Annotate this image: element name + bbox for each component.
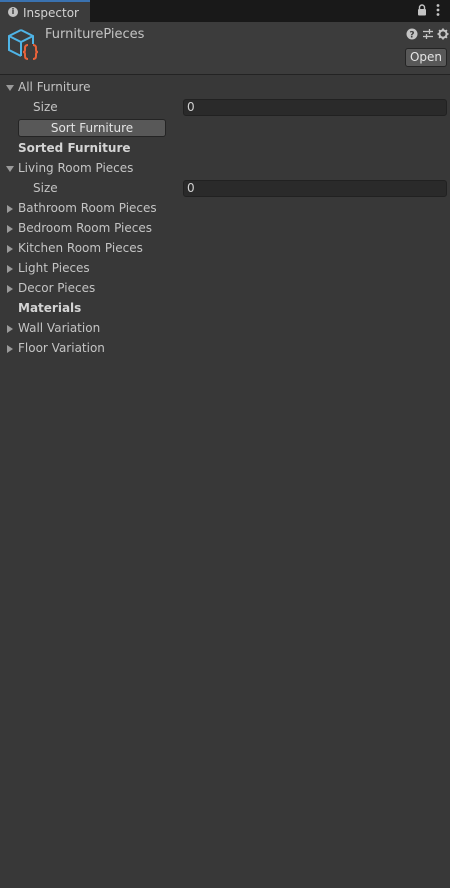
floor-variation-label: Floor Variation — [18, 341, 105, 355]
scriptable-object-icon — [8, 29, 39, 60]
foldout-expanded-icon[interactable] — [6, 85, 14, 91]
open-button[interactable]: Open — [405, 48, 447, 67]
size-label: Size — [33, 100, 58, 114]
all-furniture-foldout[interactable]: All Furniture — [0, 78, 450, 98]
sort-furniture-button[interactable]: Sort Furniture — [18, 119, 166, 137]
materials-label: Materials — [18, 301, 82, 315]
floor-variation-foldout[interactable]: Floor Variation — [0, 339, 450, 359]
foldout-collapsed-icon[interactable] — [7, 285, 13, 293]
bathroom-label: Bathroom Room Pieces — [18, 201, 157, 215]
light-foldout[interactable]: Light Pieces — [0, 259, 450, 279]
wall-variation-label: Wall Variation — [18, 321, 101, 335]
asset-name: FurniturePieces — [45, 27, 145, 42]
gear-icon[interactable] — [437, 28, 449, 40]
foldout-expanded-icon[interactable] — [6, 166, 14, 172]
tab-bar: i Inspector — [0, 0, 450, 22]
help-icon[interactable]: ? — [406, 28, 418, 40]
bedroom-label: Bedroom Room Pieces — [18, 221, 152, 235]
tab-inspector[interactable]: i Inspector — [0, 0, 90, 22]
all-furniture-size-row: Size 0 — [0, 98, 450, 118]
tab-inspector-label: Inspector — [23, 6, 79, 20]
living-room-size-field[interactable]: 0 — [183, 180, 447, 197]
sorted-furniture-label: Sorted Furniture — [18, 141, 131, 155]
living-room-label: Living Room Pieces — [18, 161, 134, 175]
foldout-collapsed-icon[interactable] — [7, 245, 13, 253]
bedroom-foldout[interactable]: Bedroom Room Pieces — [0, 219, 450, 239]
kebab-menu-icon[interactable] — [435, 3, 441, 17]
kitchen-foldout[interactable]: Kitchen Room Pieces — [0, 239, 450, 259]
light-label: Light Pieces — [18, 261, 90, 275]
living-room-foldout[interactable]: Living Room Pieces — [0, 159, 450, 179]
foldout-collapsed-icon[interactable] — [7, 225, 13, 233]
svg-text:?: ? — [409, 31, 414, 41]
foldout-collapsed-icon[interactable] — [7, 325, 13, 333]
inspector-header: FurniturePieces ? Open — [0, 22, 450, 75]
info-icon: i — [8, 7, 18, 17]
decor-label: Decor Pieces — [18, 281, 96, 295]
all-furniture-label: All Furniture — [18, 80, 91, 94]
foldout-collapsed-icon[interactable] — [7, 265, 13, 273]
bathroom-foldout[interactable]: Bathroom Room Pieces — [0, 199, 450, 219]
wall-variation-foldout[interactable]: Wall Variation — [0, 319, 450, 339]
presets-icon[interactable] — [422, 28, 434, 40]
size-label: Size — [33, 181, 58, 195]
foldout-collapsed-icon[interactable] — [7, 205, 13, 213]
lock-icon[interactable] — [417, 4, 427, 16]
sort-furniture-row: Sort Furniture — [0, 118, 450, 138]
materials-header: Materials — [0, 299, 450, 319]
sorted-furniture-header: Sorted Furniture — [0, 139, 450, 159]
living-room-size-row: Size 0 — [0, 179, 450, 199]
kitchen-label: Kitchen Room Pieces — [18, 241, 143, 255]
decor-foldout[interactable]: Decor Pieces — [0, 279, 450, 299]
foldout-collapsed-icon[interactable] — [7, 345, 13, 353]
all-furniture-size-field[interactable]: 0 — [183, 99, 447, 116]
